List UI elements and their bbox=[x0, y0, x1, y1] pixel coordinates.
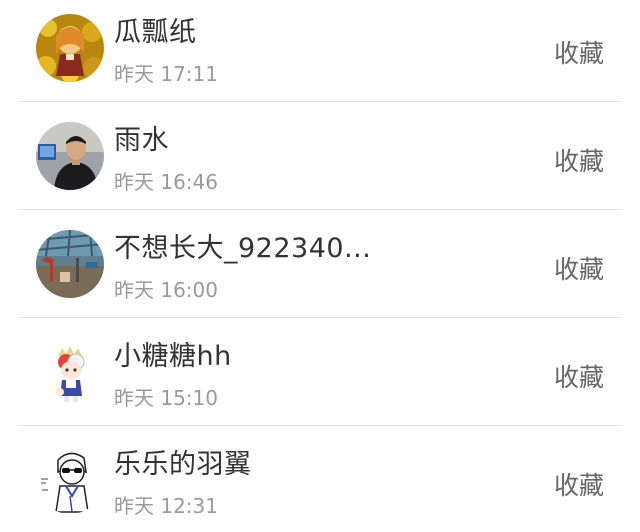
avatar[interactable] bbox=[36, 122, 104, 190]
message-time: 昨天 16:46 bbox=[114, 170, 218, 194]
contact-name: 小糖糖hh bbox=[114, 341, 232, 372]
contact-name: 不想长大_922340... bbox=[114, 233, 372, 264]
avatar-man-photo-icon bbox=[36, 122, 104, 190]
collect-button[interactable]: 收藏 bbox=[554, 34, 604, 70]
collect-button[interactable]: 收藏 bbox=[554, 358, 604, 394]
avatar[interactable] bbox=[36, 14, 104, 82]
avatar-aquarium-scene-icon bbox=[36, 230, 104, 298]
message-time: 昨天 17:11 bbox=[114, 62, 218, 86]
message-time: 昨天 15:10 bbox=[114, 386, 218, 410]
list-item[interactable]: 雨水 昨天 16:46 收藏 bbox=[0, 102, 640, 210]
contact-list: 瓜瓢纸 昨天 17:11 收藏 雨水 昨天 16:46 收藏 不想长大_9223… bbox=[0, 0, 640, 532]
list-item[interactable]: 乐乐的羽翼 昨天 12:31 收藏 bbox=[0, 426, 640, 532]
list-item[interactable]: 小糖糖hh 昨天 15:10 收藏 bbox=[0, 318, 640, 426]
list-item[interactable]: 不想长大_922340... 昨天 16:00 收藏 bbox=[0, 210, 640, 318]
contact-name: 乐乐的羽翼 bbox=[114, 449, 252, 480]
list-item[interactable]: 瓜瓢纸 昨天 17:11 收藏 bbox=[0, 0, 640, 102]
avatar[interactable] bbox=[36, 338, 104, 406]
collect-button[interactable]: 收藏 bbox=[554, 250, 604, 286]
collect-button[interactable]: 收藏 bbox=[554, 142, 604, 178]
avatar[interactable] bbox=[36, 230, 104, 298]
collect-button[interactable]: 收藏 bbox=[554, 466, 604, 502]
contact-name: 雨水 bbox=[114, 125, 169, 156]
avatar-sketch-boy-icon bbox=[36, 446, 104, 514]
avatar-anime-girl-icon bbox=[36, 14, 104, 82]
avatar[interactable] bbox=[36, 446, 104, 514]
message-time: 昨天 12:31 bbox=[114, 494, 218, 518]
message-time: 昨天 16:00 bbox=[114, 278, 218, 302]
contact-name: 瓜瓢纸 bbox=[114, 17, 197, 48]
avatar-chibi-character-icon bbox=[36, 338, 104, 406]
